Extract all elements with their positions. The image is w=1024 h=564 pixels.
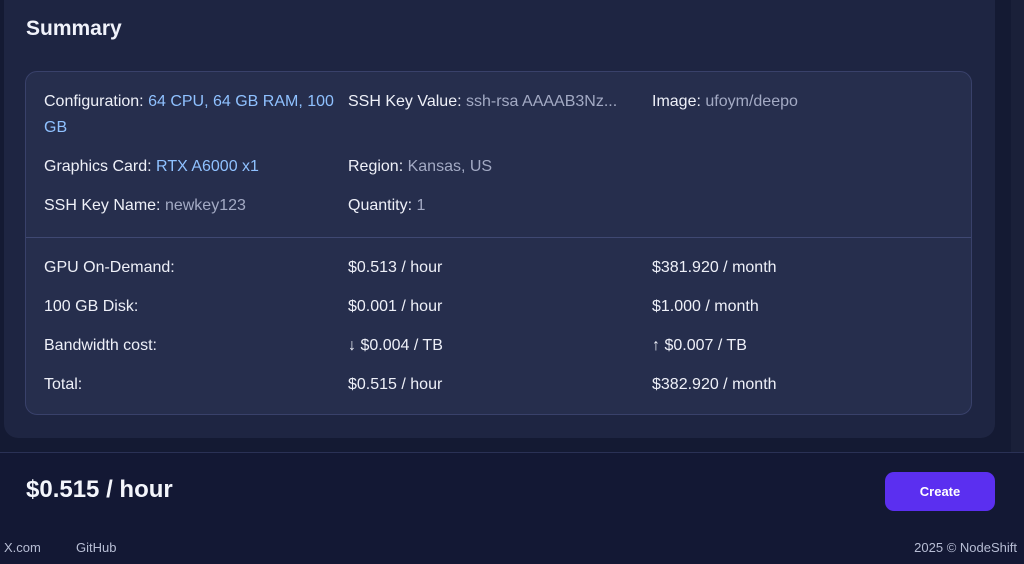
ssh-key-value-value: ssh-rsa AAAAB3Nz... [466,93,618,110]
region-label: Region: [348,158,404,175]
scrollbar-track[interactable] [1011,0,1024,452]
region-value: Kansas, US [407,158,493,175]
graphics-card-label: Graphics Card: [44,158,152,175]
summary-title: Summary [26,17,122,40]
graphics-card-row: Graphics Card: RTX A6000 x1 [44,154,259,180]
image-label: Image: [652,93,701,110]
ssh-key-name-value: newkey123 [164,197,246,214]
configuration-row: Configuration: 64 CPU, 64 GB RAM, 100 GB [44,89,334,141]
graphics-card-value: RTX A6000 x1 [156,158,259,175]
copyright-text: 2025 © NodeShift [914,540,1017,555]
total-price: $0.515 / hour [26,476,173,503]
price-hourly-gpu: $0.513 / hour [348,259,443,276]
image-value: ufoym/deepo [705,93,798,110]
price-label-total: Total: [44,376,83,393]
price-hourly-disk: $0.001 / hour [348,298,443,315]
price-upload-bandwidth: ↑ $0.007 / TB [652,337,747,354]
summary-card: Configuration: 64 CPU, 64 GB RAM, 100 GB… [25,71,972,415]
ssh-key-name-row: SSH Key Name: newkey123 [44,193,246,219]
region-row: Region: Kansas, US [348,154,492,180]
price-download-bandwidth: ↓ $0.004 / TB [348,337,443,354]
price-monthly-gpu: $381.920 / month [652,259,777,276]
quantity-value: 1 [416,197,426,214]
page: Summary Configuration: 64 CPU, 64 GB RAM… [0,0,1024,564]
price-label-bandwidth: Bandwidth cost: [44,337,157,354]
footer-link-x[interactable]: X.com [4,540,41,555]
quantity-row: Quantity: 1 [348,193,425,219]
image-row: Image: ufoym/deepo [652,89,952,115]
ssh-key-value-row: SSH Key Value: ssh-rsa AAAAB3Nz... [348,89,648,115]
configuration-label: Configuration: [44,93,144,110]
footer-link-github[interactable]: GitHub [76,540,116,555]
ssh-key-name-label: SSH Key Name: [44,197,161,214]
quantity-label: Quantity: [348,197,413,214]
create-button[interactable]: Create [885,472,995,511]
price-monthly-disk: $1.000 / month [652,298,759,315]
footer-bar [0,452,1024,564]
price-label-disk: 100 GB Disk: [44,298,139,315]
ssh-key-value-label: SSH Key Value: [348,93,462,110]
price-label-gpu: GPU On-Demand: [44,259,175,276]
price-hourly-total: $0.515 / hour [348,376,443,393]
price-monthly-total: $382.920 / month [652,376,777,393]
summary-divider [26,237,971,238]
